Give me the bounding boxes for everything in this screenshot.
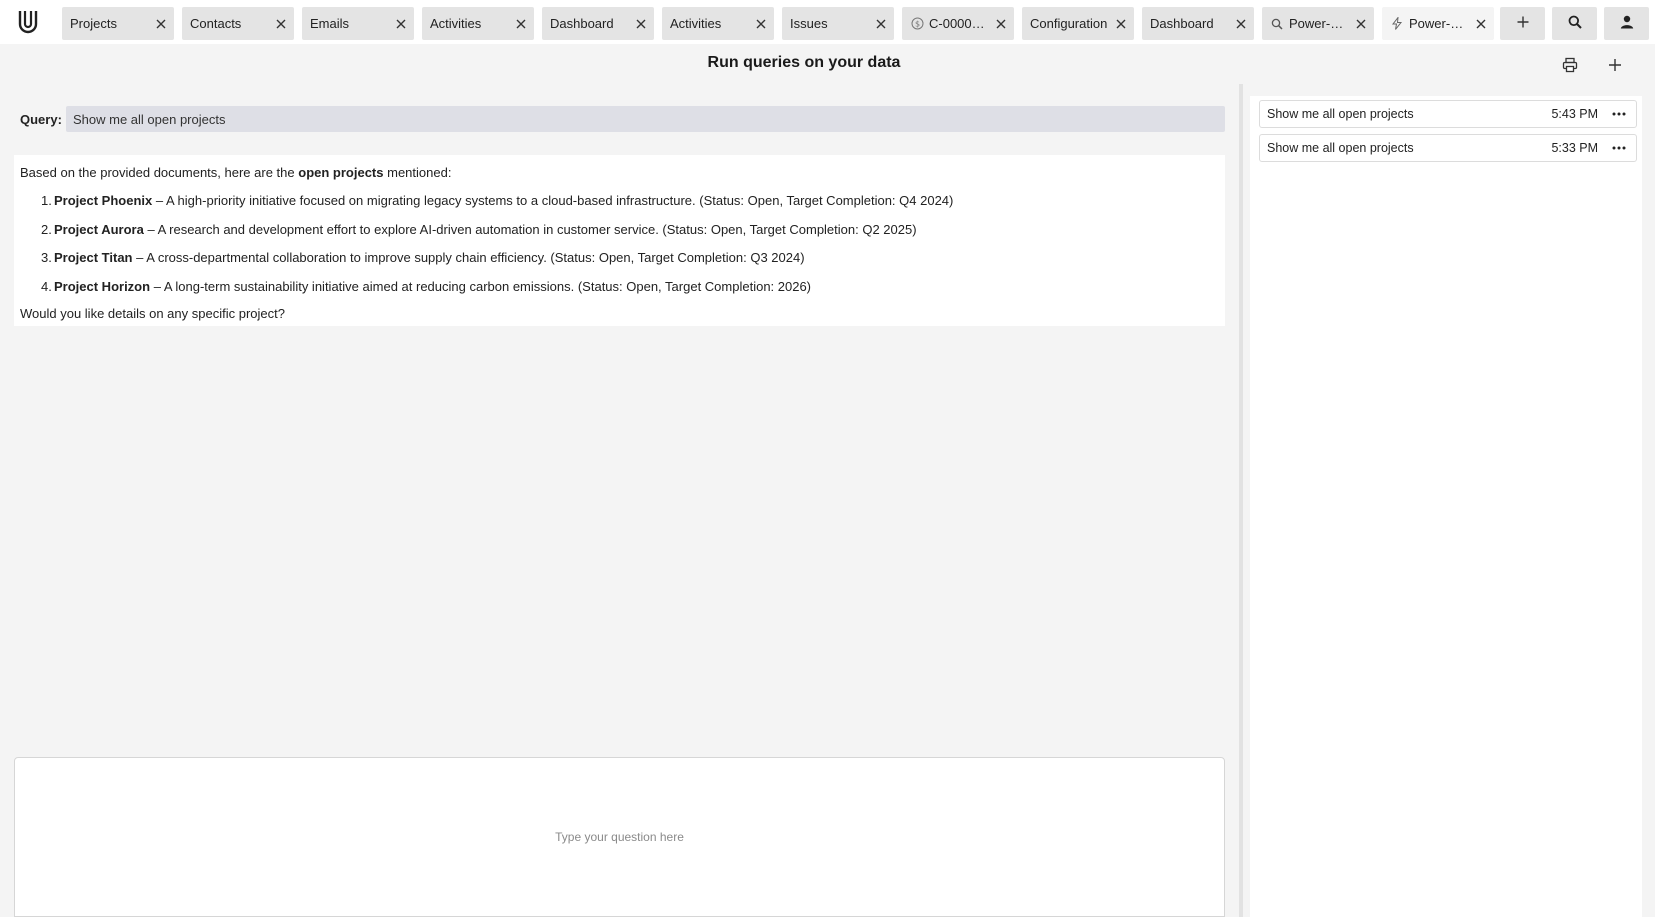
answer-intro: Based on the provided documents, here ar… [20, 165, 1219, 181]
question-input-placeholder: Type your question here [555, 830, 684, 844]
tab-configuration[interactable]: Configuration [1022, 7, 1134, 40]
bolt-icon [1390, 17, 1404, 31]
answer-closing: Would you like details on any specific p… [20, 306, 285, 321]
project-name: Project Titan [54, 250, 133, 265]
project-list: 1. Project Phoenix – A high-priority ini… [20, 193, 1219, 295]
project-description: – A research and development effort to e… [143, 221, 917, 237]
history-item[interactable]: Show me all open projects 5:33 PM [1259, 134, 1637, 162]
tab-dashboard[interactable]: Dashboard [542, 7, 654, 40]
project-description: – A cross-departmental collaboration to … [132, 250, 805, 265]
user-profile-button[interactable] [1604, 7, 1649, 40]
tab-emails[interactable]: Emails [302, 7, 414, 40]
tab-label: Power-Chat [1409, 16, 1470, 31]
tab-power-search[interactable]: Power-Sea… [1262, 7, 1374, 40]
tab-label: Activities [430, 16, 482, 31]
svg-text:$: $ [914, 20, 919, 29]
tab-activities[interactable]: Activities [422, 7, 534, 40]
tab-label: Activities [670, 16, 722, 31]
query-history-panel: Show me all open projects 5:43 PM Show m… [1250, 96, 1642, 917]
app-window: Projects Contacts Emails Activities Dash… [0, 0, 1655, 917]
close-icon[interactable] [1354, 17, 1368, 31]
project-name: Project Phoenix [54, 193, 153, 208]
close-icon[interactable] [754, 17, 768, 31]
project-name: Project Aurora [54, 221, 144, 237]
search-icon [1568, 15, 1582, 32]
tab-power-chat[interactable]: Power-Chat [1382, 7, 1494, 40]
close-icon[interactable] [634, 17, 648, 31]
new-tab-button[interactable] [1500, 7, 1545, 40]
tab-contacts[interactable]: Contacts [182, 7, 294, 40]
project-description: – A high-priority initiative focused on … [152, 193, 954, 208]
tab-bar: Projects Contacts Emails Activities Dash… [0, 0, 1655, 44]
close-icon[interactable] [394, 17, 408, 31]
list-item: 2. Project Aurora – A research and devel… [20, 222, 1219, 238]
answer-intro-text: Based on the provided documents, here ar… [20, 165, 299, 180]
tab-label: Power-Sea… [1289, 16, 1350, 31]
tab-dashboard-2[interactable]: Dashboard [1142, 7, 1254, 40]
query-value: Show me all open projects [66, 106, 1225, 132]
question-input[interactable]: Type your question here [14, 757, 1225, 917]
list-number: 1. [41, 193, 52, 208]
tab-projects[interactable]: Projects [62, 7, 174, 40]
tab-issues[interactable]: Issues [782, 7, 894, 40]
tab-label: Configuration [1030, 16, 1108, 31]
list-number: 3. [41, 250, 52, 265]
tab-activities-2[interactable]: Activities [662, 7, 774, 40]
tab-label: Dashboard [550, 16, 614, 31]
list-number: 4. [41, 278, 52, 294]
list-item: 3. Project Titan – A cross-departmental … [20, 250, 1219, 266]
print-icon[interactable] [1559, 54, 1581, 76]
history-item[interactable]: Show me all open projects 5:43 PM [1259, 100, 1637, 128]
tab-label: Contacts [190, 16, 242, 31]
more-icon[interactable] [1612, 112, 1626, 116]
query-row: Query: Show me all open projects [20, 106, 1225, 132]
history-item-label: Show me all open projects [1267, 141, 1414, 155]
history-item-time: 5:43 PM [1551, 107, 1598, 121]
panel-divider[interactable] [1239, 84, 1243, 917]
tab-record-c000002[interactable]: $ C-000002-… [902, 7, 1014, 40]
query-label: Query: [20, 111, 62, 127]
answer-panel: Based on the provided documents, here ar… [14, 155, 1225, 326]
project-name: Project Horizon [54, 278, 151, 294]
tab-label: Projects [70, 16, 117, 31]
user-icon [1620, 15, 1634, 32]
app-logo[interactable] [14, 8, 42, 36]
tab-label: Emails [310, 16, 350, 31]
search-icon [1270, 17, 1284, 31]
close-icon[interactable] [874, 17, 888, 31]
coin-icon: $ [910, 17, 924, 31]
answer-intro-bold: open projects [298, 165, 384, 180]
tab-label: Dashboard [1150, 16, 1214, 31]
close-icon[interactable] [274, 17, 288, 31]
page-title: Run queries on your data [707, 54, 901, 71]
list-item: 1. Project Phoenix – A high-priority ini… [20, 193, 1219, 209]
history-item-time: 5:33 PM [1551, 141, 1598, 155]
close-icon[interactable] [1474, 17, 1488, 31]
more-icon[interactable] [1612, 146, 1626, 150]
tab-label: C-000002-… [929, 16, 990, 31]
new-query-icon[interactable] [1604, 54, 1626, 76]
answer-intro-suffix: mentioned: [383, 165, 452, 180]
history-item-label: Show me all open projects [1267, 107, 1414, 121]
plus-icon [1517, 16, 1529, 31]
close-icon[interactable] [514, 17, 528, 31]
list-item: 4. Project Horizon – A long-term sustain… [20, 279, 1219, 295]
project-description: – A long-term sustainability initiative … [150, 278, 812, 294]
close-icon[interactable] [994, 17, 1008, 31]
tab-label: Issues [790, 16, 828, 31]
close-icon[interactable] [1114, 17, 1128, 31]
close-icon[interactable] [1234, 17, 1248, 31]
close-icon[interactable] [154, 17, 168, 31]
list-number: 2. [41, 221, 52, 237]
global-search-button[interactable] [1552, 7, 1597, 40]
